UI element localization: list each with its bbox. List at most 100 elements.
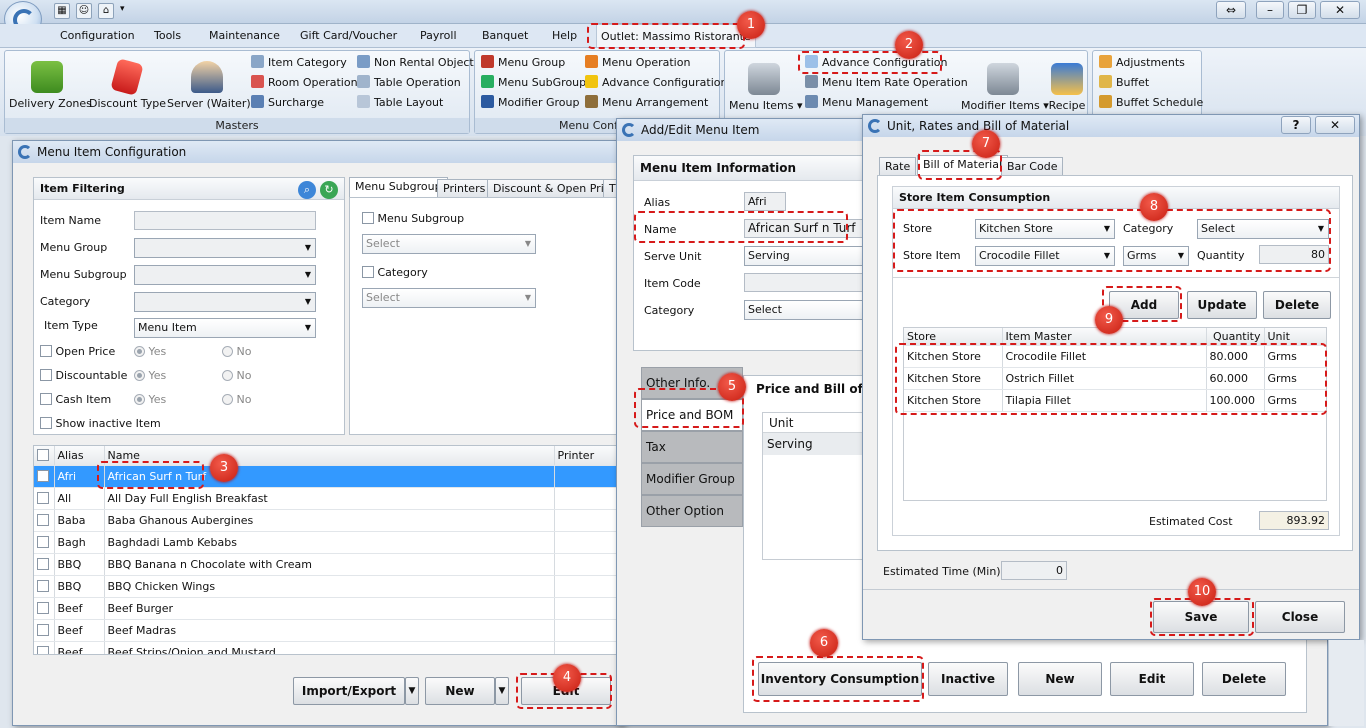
discountable-checkbox[interactable] <box>40 369 52 381</box>
close-button-dialog[interactable]: Close <box>1255 601 1345 633</box>
table-operation-button[interactable]: Table Operation <box>357 73 474 93</box>
menu-payroll[interactable]: Payroll <box>416 24 461 48</box>
row-checkbox[interactable] <box>37 469 49 482</box>
row-select-cell[interactable] <box>34 553 55 576</box>
row-checkbox[interactable] <box>37 535 49 548</box>
modifier-group-button[interactable]: Modifier Group <box>481 93 586 113</box>
side-tab-modifier-group[interactable]: Modifier Group <box>641 463 743 495</box>
row-select-cell[interactable] <box>34 575 55 598</box>
menu-group-button[interactable]: Menu Group <box>481 53 586 73</box>
search-icon[interactable]: ⌕ <box>298 181 316 199</box>
item-code-input[interactable] <box>744 273 874 292</box>
row-select-cell[interactable] <box>34 509 55 532</box>
maximize-button[interactable]: ❐ <box>1288 1 1316 19</box>
cash-item-yes[interactable]: Yes <box>134 393 166 406</box>
cash-item-checkbox[interactable] <box>40 393 52 405</box>
row-select-cell[interactable] <box>34 465 55 488</box>
bom-close-icon[interactable]: ✕ <box>1315 116 1355 134</box>
inactive-button[interactable]: Inactive <box>928 662 1008 696</box>
modifier-items-button[interactable]: Modifier Items ▾ <box>961 63 1049 112</box>
table-row[interactable]: Bagh Baghdadi Lamb Kebabs <box>34 531 624 554</box>
menu-group-select[interactable] <box>134 238 316 258</box>
close-button[interactable]: ✕ <box>1320 1 1360 19</box>
row-checkbox[interactable] <box>37 513 49 526</box>
menu-subgroup-button[interactable]: Menu SubGroup <box>481 73 586 93</box>
table-row[interactable]: Beef Beef Madras <box>34 619 624 642</box>
table-row[interactable]: Beef Beef Burger <box>34 597 624 620</box>
open-price-yes[interactable]: Yes <box>134 345 166 358</box>
minimize-button[interactable]: – <box>1256 1 1284 19</box>
home-icon[interactable]: ⌂ <box>98 3 114 19</box>
side-tab-tax[interactable]: Tax <box>641 431 743 463</box>
side-tab-other-option[interactable]: Other Option <box>641 495 743 527</box>
menu-operation-button[interactable]: Menu Operation <box>585 53 727 73</box>
surcharge-button[interactable]: Surcharge <box>251 93 358 113</box>
category-checkbox[interactable] <box>362 266 374 278</box>
menu-tools[interactable]: Tools <box>150 24 185 48</box>
row-select-cell[interactable] <box>34 531 55 554</box>
table-row[interactable]: All All Day Full English Breakfast <box>34 487 624 510</box>
tab-bar-code[interactable]: Bar Code <box>1001 157 1064 175</box>
cash-item-no[interactable]: No <box>222 393 251 406</box>
item-name-input[interactable] <box>134 211 316 230</box>
new-item-button[interactable]: New <box>1018 662 1102 696</box>
category-select[interactable]: Select <box>744 300 874 320</box>
delete-button[interactable]: Delete <box>1263 291 1331 319</box>
table-row[interactable]: BBQ BBQ Banana n Chocolate with Cream <box>34 553 624 576</box>
subgroup-checkbox[interactable] <box>362 212 374 224</box>
import-export-dropdown-icon[interactable]: ▼ <box>405 677 419 705</box>
adjustments-button[interactable]: Adjustments <box>1099 53 1203 73</box>
buffet-schedule-button[interactable]: Buffet Schedule <box>1099 93 1203 113</box>
item-category-button[interactable]: Item Category <box>251 53 358 73</box>
delete-item-button[interactable]: Delete <box>1202 662 1286 696</box>
subgroup-filter-select[interactable]: Select <box>362 234 536 254</box>
row-checkbox[interactable] <box>37 623 49 636</box>
tab-printers[interactable]: Printers <box>437 179 492 197</box>
new-dropdown-icon[interactable]: ▼ <box>495 677 509 705</box>
menu-arrangement-button[interactable]: Menu Arrangement <box>585 93 727 113</box>
row-select-cell[interactable] <box>34 619 55 642</box>
server-waiter-button[interactable]: Server (Waiter) <box>167 61 251 110</box>
recipe-button[interactable]: Recipe <box>1047 63 1087 112</box>
estimated-time-input[interactable]: 0 <box>1001 561 1067 580</box>
category-filter-select[interactable]: Select <box>362 288 536 308</box>
menu-management-button[interactable]: Menu Management <box>805 93 968 113</box>
category-select[interactable] <box>134 292 316 312</box>
menu-help[interactable]: Help <box>548 24 581 48</box>
menu-configuration[interactable]: Configuration <box>56 24 139 48</box>
resize-icon[interactable]: ⇔ <box>1216 1 1246 19</box>
tab-menu-subgroup[interactable]: Menu Subgroup <box>349 177 448 197</box>
grid-icon[interactable]: ▦ <box>54 3 70 19</box>
table-layout-button[interactable]: Table Layout <box>357 93 474 113</box>
edit-item-button[interactable]: Edit <box>1110 662 1194 696</box>
table-row[interactable]: BBQ BBQ Chicken Wings <box>34 575 624 598</box>
alias-input[interactable]: Afri <box>744 192 786 211</box>
menu-subgroup-select[interactable] <box>134 265 316 285</box>
non-rental-object-button[interactable]: Non Rental Object <box>357 53 474 73</box>
show-inactive-checkbox[interactable] <box>40 417 52 429</box>
refresh-icon[interactable]: ↻ <box>320 181 338 199</box>
row-select-cell[interactable] <box>34 487 55 510</box>
cash-item-no-radio[interactable] <box>222 394 233 405</box>
discountable-no-radio[interactable] <box>222 370 233 381</box>
room-operation-button[interactable]: Room Operation <box>251 73 358 93</box>
item-type-select[interactable]: Menu Item <box>134 318 316 338</box>
user-icon[interactable]: ☺ <box>76 3 92 19</box>
advance-configuration-small-button[interactable]: Advance Configuration <box>585 73 727 93</box>
menu-gift-card[interactable]: Gift Card/Voucher <box>296 24 401 48</box>
discountable-no[interactable]: No <box>222 369 251 382</box>
printer-header[interactable]: Printer <box>554 446 624 466</box>
cash-item-yes-radio[interactable] <box>134 394 145 405</box>
quick-access-dropdown-icon[interactable]: ▾ <box>120 4 125 14</box>
tab-rate[interactable]: Rate <box>879 157 917 175</box>
open-price-no[interactable]: No <box>222 345 251 358</box>
select-all-checkbox[interactable] <box>37 448 49 461</box>
select-all-header[interactable] <box>34 446 55 466</box>
update-button[interactable]: Update <box>1187 291 1257 319</box>
row-select-cell[interactable] <box>34 641 55 654</box>
open-price-no-radio[interactable] <box>222 346 233 357</box>
help-button[interactable]: ? <box>1281 116 1311 134</box>
row-checkbox[interactable] <box>37 491 49 504</box>
row-checkbox[interactable] <box>37 557 49 570</box>
buffet-button[interactable]: Buffet <box>1099 73 1203 93</box>
